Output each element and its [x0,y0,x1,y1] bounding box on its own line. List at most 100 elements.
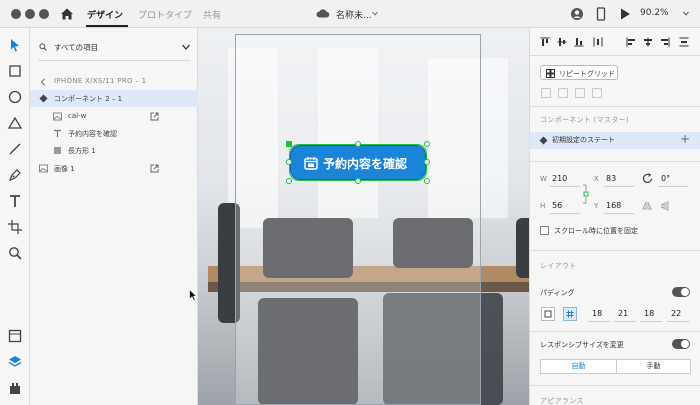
pen-tool-icon[interactable] [7,167,23,183]
rectangle-layer-icon [54,147,61,154]
property-inspector: リピートグリッド コンポーネント (マスター) 初期設定のステート + W 21… [529,28,700,405]
add-state-button[interactable]: + [680,132,690,146]
close-window-button[interactable] [11,9,21,19]
fix-position-checkbox[interactable] [540,226,549,235]
external-link-icon[interactable] [150,164,159,173]
external-link-icon[interactable] [150,112,159,121]
document-title[interactable]: 名称未... [336,8,372,21]
minimize-window-button[interactable] [25,9,35,19]
layer-label: 画像 1 [54,165,75,173]
layer-item-cal-w[interactable]: cal-w [30,108,198,125]
selection-handle[interactable] [355,178,361,184]
padding-uniform-icon[interactable] [541,307,555,321]
distribute-vertical-icon[interactable] [593,37,603,47]
lock-aspect-icon[interactable] [582,184,590,204]
padding-right-field[interactable]: 21 [618,309,628,318]
user-icon[interactable] [570,7,584,21]
x-label: X [594,175,599,183]
artboard-breadcrumb[interactable]: IPHONE X/XS/11 PRO – 1 [30,73,198,90]
zoom-window-button[interactable] [39,9,49,19]
design-canvas[interactable]: 予約内容を確認 [198,28,529,405]
cloud-icon [316,9,330,18]
tab-share[interactable]: 共有 [203,8,221,21]
height-field[interactable]: 56 [552,201,562,210]
chevron-down-icon[interactable] [182,44,190,50]
component-icon [539,136,548,145]
play-icon[interactable] [618,7,632,21]
flip-horizontal-icon[interactable] [642,201,652,210]
home-icon[interactable] [60,7,74,21]
zoom-level[interactable]: 90.2% [640,8,669,18]
resize-manual-option[interactable]: 手動 [616,359,691,374]
selection-handle[interactable] [355,141,361,147]
rotation-field[interactable]: 0° [661,174,670,183]
rotate-icon [642,173,653,184]
flip-vertical-icon[interactable] [660,201,669,211]
selection-handle[interactable] [424,178,430,184]
select-tool-icon[interactable] [7,37,23,53]
layer-item-text[interactable]: 予約内容を確認 [30,125,198,142]
chevron-down-icon[interactable] [683,11,689,16]
chevron-down-icon[interactable] [372,11,378,16]
align-top-icon[interactable] [540,37,550,47]
boolean-intersect-icon[interactable] [575,88,585,98]
layer-item-rectangle[interactable]: 長方形 1 [30,142,198,159]
align-left-icon[interactable] [626,37,636,47]
square-icon [544,310,552,318]
image-layer-icon [39,164,48,173]
selection-handle[interactable] [286,141,292,147]
padding-individual-icon[interactable] [563,307,577,321]
padding-left-field[interactable]: 22 [671,309,681,318]
padding-top-field[interactable]: 18 [592,309,602,318]
layer-filter-label: すべての項目 [54,43,99,52]
selection-handle[interactable] [286,159,292,165]
state-label: 初期設定のステート [552,136,615,144]
distribute-horizontal-icon[interactable] [679,37,689,47]
layer-label: コンポーネント 2 – 1 [54,95,123,103]
selection-handle[interactable] [424,141,430,147]
boolean-add-icon[interactable] [541,88,551,98]
layer-item-image[interactable]: 画像 1 [30,160,198,177]
x-field[interactable]: 83 [606,174,616,183]
layer-search[interactable]: すべての項目 [30,38,198,56]
background-chair [516,218,529,278]
width-field[interactable]: 210 [552,174,567,183]
text-tool-icon[interactable] [7,193,23,209]
boolean-subtract-icon[interactable] [558,88,568,98]
rectangle-tool-icon[interactable] [7,63,23,79]
resize-auto-option[interactable]: 自動 [540,359,617,374]
boolean-exclude-icon[interactable] [592,88,602,98]
repeat-grid-button[interactable]: リピートグリッド [540,65,618,80]
assets-panel-icon[interactable] [7,328,23,344]
polygon-tool-icon[interactable] [7,115,23,131]
plugins-panel-icon[interactable] [7,380,23,396]
padding-bottom-field[interactable]: 18 [644,309,654,318]
device-preview-icon[interactable] [594,7,608,21]
align-right-icon[interactable] [660,37,670,47]
padding-toggle[interactable] [672,287,690,297]
zoom-tool-icon[interactable] [7,245,23,261]
field-underline [640,321,662,322]
y-field[interactable]: 168 [606,201,621,210]
tab-design[interactable]: デザイン [87,8,123,21]
repeat-grid-icon [546,69,555,78]
selection-handle[interactable] [424,159,430,165]
layers-panel-icon[interactable] [7,354,23,370]
layer-item-component[interactable]: コンポーネント 2 – 1 [30,90,198,107]
component-state-default[interactable]: 初期設定のステート + [530,132,700,149]
align-middle-icon[interactable] [557,37,567,47]
field-underline [667,321,689,322]
tools-toolbar [0,28,30,405]
align-bottom-icon[interactable] [574,37,584,47]
chevron-left-icon[interactable] [40,78,46,86]
align-center-icon[interactable] [643,37,653,47]
selection-handle[interactable] [286,178,292,184]
artboard-tool-icon[interactable] [7,219,23,235]
active-tab-indicator [86,25,128,27]
text-layer-icon [54,129,61,137]
responsive-resize-toggle[interactable] [672,339,690,349]
tab-prototype[interactable]: プロトタイプ [138,8,192,21]
line-tool-icon[interactable] [7,141,23,157]
ellipse-tool-icon[interactable] [7,89,23,105]
artboard-iphone[interactable] [235,34,481,405]
